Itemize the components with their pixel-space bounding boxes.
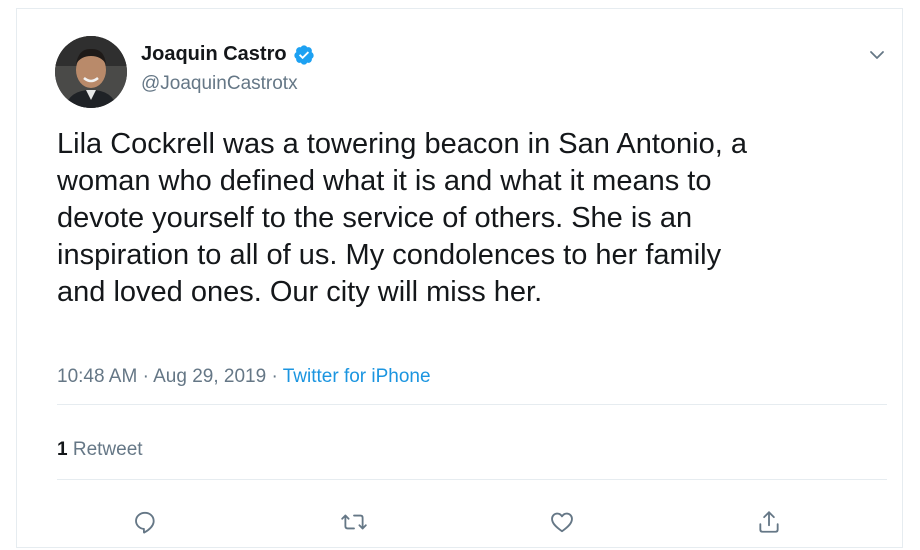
tweet-card: Joaquin Castro @JoaquinCastrotx Lila Coc…	[16, 8, 903, 548]
share-icon	[759, 511, 779, 533]
tweet-timestamp: 10:48 AM · Aug 29, 2019 · Twitter for iP…	[57, 366, 431, 388]
chevron-down-icon[interactable]	[867, 45, 887, 65]
like-button[interactable]	[547, 507, 577, 537]
retweet-button[interactable]	[339, 507, 369, 537]
retweet-stats[interactable]: 1 Retweet	[57, 439, 143, 461]
retweet-icon	[341, 514, 367, 530]
tweet-source-link[interactable]: Twitter for iPhone	[283, 366, 431, 387]
tweet-date[interactable]: Aug 29, 2019	[153, 366, 266, 387]
meta-separator: ·	[271, 366, 278, 387]
divider	[57, 404, 887, 405]
author-name-row[interactable]: Joaquin Castro	[141, 43, 315, 66]
retweet-count: 1	[57, 439, 68, 460]
heart-icon	[551, 512, 573, 533]
meta-separator: ·	[142, 366, 149, 387]
reply-button[interactable]	[130, 507, 160, 537]
verified-badge-icon	[293, 44, 315, 66]
author-handle[interactable]: @JoaquinCastrotx	[141, 73, 298, 95]
share-button[interactable]	[754, 507, 784, 537]
tweet-time[interactable]: 10:48 AM	[57, 366, 137, 387]
retweet-label: Retweet	[72, 439, 143, 460]
reply-icon	[135, 511, 155, 534]
divider	[57, 479, 887, 480]
tweet-text: Lila Cockrell was a towering beacon in S…	[57, 128, 747, 308]
avatar[interactable]	[55, 36, 127, 108]
author-name[interactable]: Joaquin Castro	[141, 43, 287, 66]
avatar-image	[55, 36, 127, 108]
